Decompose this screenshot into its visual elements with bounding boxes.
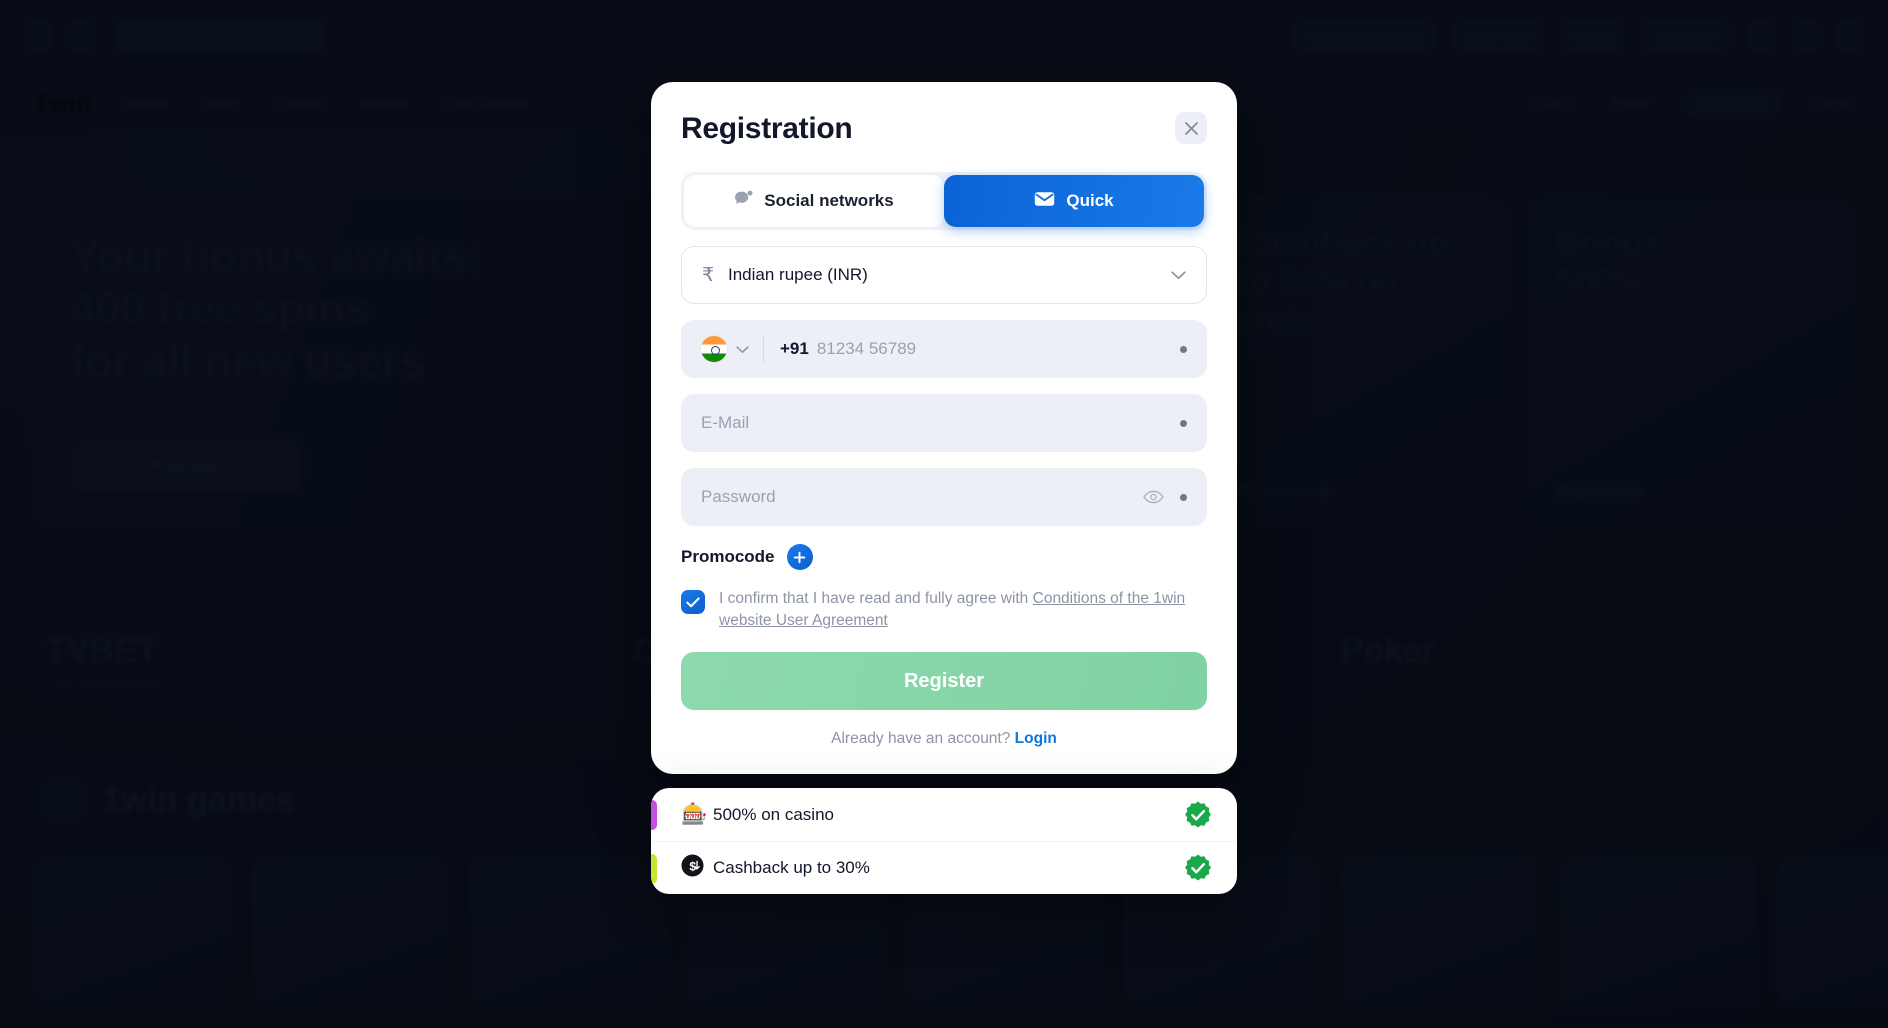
bonus-label-cashback: Cashback up to 30% [713,858,870,877]
register-button[interactable]: Register [681,652,1207,710]
cashback-icon: $ [681,854,711,883]
login-prompt-text: Already have an account? [831,730,1015,747]
chevron-down-icon [1171,265,1186,285]
slot-machine-icon: 🎰 [681,802,708,826]
phone-divider [763,336,764,362]
tab-social-networks-label: Social networks [764,191,894,210]
password-field[interactable]: Password [681,468,1207,526]
bonus-list-card: 🎰 500% on casino $ Cashback up to 30% [651,788,1237,894]
currency-select[interactable]: ₹ Indian rupee (INR) [681,246,1207,304]
verified-check-icon [1183,853,1213,883]
rupee-icon: ₹ [702,264,715,286]
agreement-checkbox[interactable] [681,590,705,614]
phone-input[interactable]: +91 81234 56789 [681,320,1207,378]
auth-method-tabs: Social networks Quick [681,172,1207,230]
currency-select-value: Indian rupee (INR) [728,265,868,284]
login-link[interactable]: Login [1015,730,1057,747]
phone-placeholder: 81234 56789 [816,339,917,358]
tab-quick-label: Quick [1066,191,1114,210]
agreement-row: I confirm that I have read and fully agr… [681,588,1207,632]
chat-bubble-icon [734,190,753,212]
email-required-dot-icon [1180,419,1187,427]
tab-social-networks[interactable]: Social networks [684,175,944,227]
password-placeholder: Password [701,487,776,506]
eye-icon[interactable] [1143,490,1164,504]
password-required-dot-icon [1180,493,1187,501]
bonus-row-casino[interactable]: 🎰 500% on casino [651,788,1237,841]
bonus-row-cashback[interactable]: $ Cashback up to 30% [651,841,1237,894]
phone-required-dot-icon [1180,345,1187,353]
promocode-row[interactable]: Promocode [681,544,1207,570]
country-chevron-down-icon[interactable] [736,339,749,359]
page-title: Registration [681,112,853,145]
bonus-accent-bar [651,800,657,830]
email-field[interactable]: E-Mail [681,394,1207,452]
close-icon[interactable] [1175,112,1207,144]
india-flag-icon [701,336,727,362]
envelope-icon [1034,191,1055,212]
tab-quick[interactable]: Quick [944,175,1204,227]
plus-icon[interactable] [786,544,813,570]
email-placeholder: E-Mail [701,413,750,432]
agreement-text: I confirm that I have read and fully agr… [719,590,1033,607]
bonus-label-casino: 500% on casino [713,804,834,824]
bonus-accent-bar [651,854,657,884]
verified-check-icon [1183,800,1213,830]
login-prompt: Already have an account? Login [681,730,1207,748]
registration-modal: Registration Social networks Quick ₹ Ind… [651,82,1237,774]
promocode-label: Promocode [681,547,775,566]
phone-dial-code: +91 [780,339,809,358]
